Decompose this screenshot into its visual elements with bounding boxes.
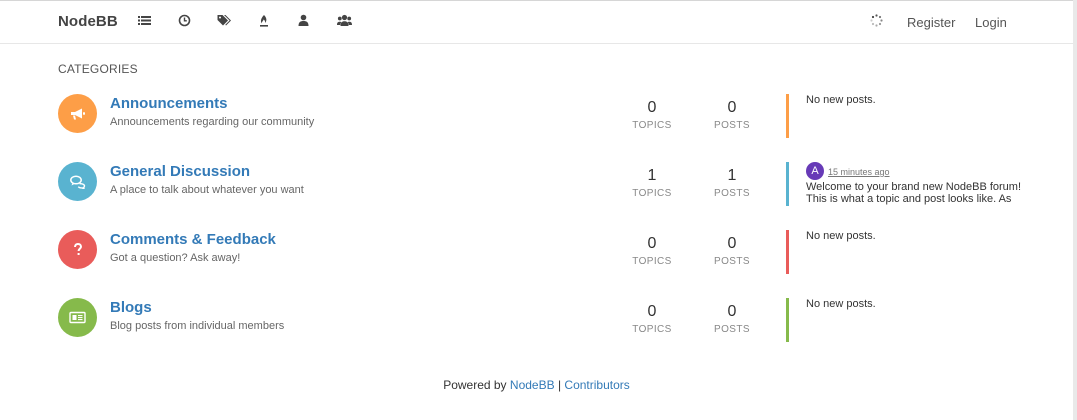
teaser-line: Welcome to your brand new NodeBB forum! — [806, 181, 1022, 193]
posts-label: POSTS — [714, 324, 750, 335]
category-row-blogs: Blogs Blog posts from individual members… — [0, 298, 1073, 358]
teaser-post-preview[interactable]: Welcome to your brand new NodeBB forum! … — [806, 181, 1046, 205]
topics-stat: 0 TOPICS — [622, 99, 682, 131]
category-description: Got a question? Ask away! — [110, 252, 241, 264]
users-icon[interactable] — [298, 14, 312, 28]
teaser-color-bar — [786, 230, 789, 274]
teaser-line: This is what a topic and post looks like… — [806, 193, 1012, 205]
category-title-comments-feedback[interactable]: Comments & Feedback — [110, 231, 276, 248]
tags-icon[interactable] — [217, 14, 231, 28]
brand-logo[interactable]: NodeBB — [58, 13, 118, 30]
teaser-timestamp-link[interactable]: 15 minutes ago — [828, 167, 890, 177]
category-teaser: A 15 minutes ago Welcome to your brand n… — [786, 162, 1046, 206]
category-title-general-discussion[interactable]: General Discussion — [110, 163, 250, 180]
popular-icon[interactable] — [258, 14, 272, 28]
teaser-empty-text: No new posts. — [806, 298, 876, 310]
posts-label: POSTS — [714, 256, 750, 267]
loading-spinner-icon — [870, 14, 884, 28]
footer-separator: | — [557, 378, 562, 392]
topics-count: 1 — [647, 167, 657, 184]
topics-count: 0 — [647, 99, 657, 116]
category-row-announcements: Announcements Announcements regarding ou… — [0, 94, 1073, 154]
category-teaser: No new posts. — [786, 230, 1046, 274]
posts-count: 0 — [727, 303, 737, 320]
footer-contributors-link[interactable]: Contributors — [564, 378, 629, 392]
teaser-empty-text: No new posts. — [806, 230, 876, 242]
topics-label: TOPICS — [632, 188, 672, 199]
posts-stat: 0 POSTS — [702, 235, 762, 267]
topics-label: TOPICS — [632, 120, 672, 131]
category-teaser: No new posts. — [786, 94, 1046, 138]
teaser-color-bar — [786, 298, 789, 342]
posts-label: POSTS — [714, 120, 750, 131]
topics-count: 0 — [647, 235, 657, 252]
category-description: Announcements regarding our community — [110, 116, 315, 128]
teaser-color-bar — [786, 162, 789, 206]
top-navbar: NodeBB Register Login — [0, 1, 1073, 44]
category-title-announcements[interactable]: Announcements — [110, 95, 228, 112]
topics-label: TOPICS — [632, 256, 672, 267]
posts-count: 0 — [727, 235, 737, 252]
teaser-empty-text: No new posts. — [806, 94, 876, 106]
register-link[interactable]: Register — [907, 15, 955, 30]
posts-count: 1 — [727, 167, 737, 184]
posts-stat: 0 POSTS — [702, 303, 762, 335]
groups-icon[interactable] — [337, 14, 352, 28]
posts-stat: 1 POSTS — [702, 167, 762, 199]
newspaper-icon[interactable] — [58, 298, 97, 337]
login-link[interactable]: Login — [975, 15, 1007, 30]
topics-label: TOPICS — [632, 324, 672, 335]
topics-count: 0 — [647, 303, 657, 320]
comments-icon[interactable] — [58, 162, 97, 201]
topics-stat: 0 TOPICS — [622, 235, 682, 267]
footer-powered-by: Powered by — [443, 378, 507, 392]
category-teaser: No new posts. — [786, 298, 1046, 342]
footer: Powered by NodeBB | Contributors — [0, 378, 1073, 392]
category-row-comments-feedback: Comments & Feedback Got a question? Ask … — [0, 230, 1073, 290]
footer-nodebb-link[interactable]: NodeBB — [510, 378, 555, 392]
posts-label: POSTS — [714, 188, 750, 199]
bullhorn-icon[interactable] — [58, 94, 97, 133]
avatar[interactable]: A — [806, 162, 824, 180]
topics-stat: 0 TOPICS — [622, 303, 682, 335]
teaser-color-bar — [786, 94, 789, 138]
question-icon[interactable] — [58, 230, 97, 269]
window-edge — [1073, 0, 1077, 420]
categories-icon[interactable] — [138, 14, 152, 28]
recent-icon[interactable] — [178, 14, 192, 28]
section-title: CATEGORIES — [58, 62, 138, 76]
topics-stat: 1 TOPICS — [622, 167, 682, 199]
category-description: Blog posts from individual members — [110, 320, 285, 332]
category-title-blogs[interactable]: Blogs — [110, 299, 152, 316]
category-description: A place to talk about whatever you want — [110, 184, 304, 196]
posts-count: 0 — [727, 99, 737, 116]
posts-stat: 0 POSTS — [702, 99, 762, 131]
category-row-general-discussion: General Discussion A place to talk about… — [0, 162, 1073, 222]
